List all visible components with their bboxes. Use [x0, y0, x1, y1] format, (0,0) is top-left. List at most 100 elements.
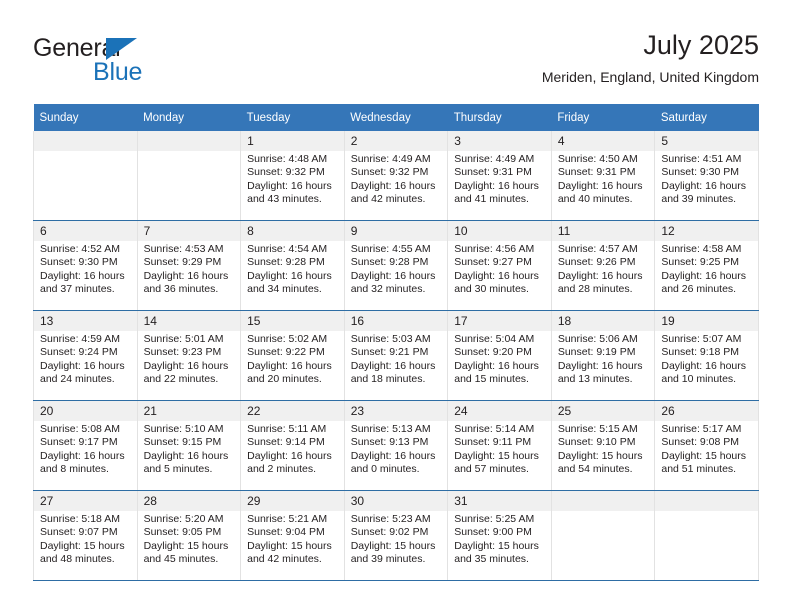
sunrise-text: Sunrise: 4:55 AM — [350, 243, 431, 255]
daylight-text-line1: Daylight: 16 hours — [143, 449, 229, 462]
calendar-day-cell[interactable]: 20 Sunrise: 5:08 AM Sunset: 9:17 PM Dayligh… — [33, 400, 138, 491]
calendar-page: General Blue July 2025 Meriden, England,… — [0, 0, 792, 612]
day-details: Sunrise: 4:50 AM Sunset: 9:31 PM Daylight:… — [552, 151, 655, 207]
calendar-day-cell[interactable]: 11 Sunrise: 4:57 AM Sunset: 9:26 PM Dayligh… — [550, 220, 656, 311]
daylight-text-line2: and 15 minutes. — [454, 373, 529, 386]
calendar-day-cell[interactable]: 9 Sunrise: 4:55 AM Sunset: 9:28 PM Daylight… — [343, 220, 449, 311]
daylight-text-line2: and 34 minutes. — [247, 283, 322, 296]
title-block: July 2025 Meriden, England, United Kingd… — [542, 28, 759, 88]
sunset-text: Sunset: 9:25 PM — [661, 256, 740, 269]
calendar-day-cell[interactable]: 24 Sunrise: 5:14 AM Sunset: 9:11 PM Dayligh… — [447, 400, 552, 491]
sunset-text: Sunset: 9:28 PM — [350, 256, 429, 269]
sunset-text: Sunset: 9:30 PM — [40, 256, 118, 269]
calendar-day-cell[interactable]: 2 Sunrise: 4:49 AM Sunset: 9:32 PM Daylight… — [343, 131, 449, 221]
page-title: July 2025 — [643, 30, 759, 60]
calendar-day-cell[interactable]: 25 Sunrise: 5:15 AM Sunset: 9:10 PM Dayligh… — [550, 400, 656, 491]
sunset-text: Sunset: 9:13 PM — [350, 436, 429, 449]
calendar-day-cell[interactable]: 21 Sunrise: 5:10 AM Sunset: 9:15 PM Dayligh… — [136, 400, 242, 491]
daylight-text-line1: Daylight: 16 hours — [350, 449, 436, 462]
calendar-day-cell[interactable]: 3 Sunrise: 4:49 AM Sunset: 9:31 PM Daylight… — [447, 131, 552, 221]
sunset-text: Sunset: 9:15 PM — [143, 436, 222, 449]
calendar-day-cell[interactable]: 23 Sunrise: 5:13 AM Sunset: 9:13 PM Dayligh… — [343, 400, 449, 491]
sunset-text: Sunset: 9:08 PM — [661, 436, 740, 449]
sunset-text: Sunset: 9:32 PM — [350, 166, 429, 179]
daylight-text-line2: and 18 minutes. — [350, 373, 426, 386]
daylight-text-line2: and 10 minutes. — [661, 373, 737, 386]
daylight-text-line1: Daylight: 16 hours — [454, 179, 539, 192]
calendar-day-cell[interactable]: 4 Sunrise: 4:50 AM Sunset: 9:31 PM Daylight… — [550, 131, 656, 221]
day-number: 14 — [137, 311, 241, 331]
day-details: Sunrise: 5:03 AM Sunset: 9:21 PM Daylight:… — [345, 331, 448, 387]
calendar-day-cell[interactable]: 26 Sunrise: 5:17 AM Sunset: 9:08 PM Dayligh… — [654, 400, 759, 491]
calendar-day-cell[interactable]: 27 Sunrise: 5:18 AM Sunset: 9:07 PM Dayligh… — [33, 490, 138, 581]
day-number — [137, 131, 241, 151]
day-details: Sunrise: 4:55 AM Sunset: 9:28 PM Daylight:… — [345, 241, 448, 297]
daylight-text-line1: Daylight: 16 hours — [350, 359, 436, 372]
calendar-day-cell[interactable]: 17 Sunrise: 5:04 AM Sunset: 9:20 PM Dayligh… — [447, 310, 552, 401]
sunset-text: Sunset: 9:21 PM — [350, 346, 429, 359]
calendar-day-cell[interactable]: 31 Sunrise: 5:25 AM Sunset: 9:00 PM Dayligh… — [447, 490, 552, 581]
day-number: 24 — [448, 401, 551, 421]
daylight-text-line1: Daylight: 16 hours — [454, 269, 539, 282]
calendar-day-cell[interactable]: 30 Sunrise: 5:23 AM Sunset: 9:02 PM Dayligh… — [343, 490, 449, 581]
daylight-text-line2: and 48 minutes. — [40, 553, 115, 566]
day-details: Sunrise: 4:57 AM Sunset: 9:26 PM Daylight:… — [552, 241, 655, 297]
day-details: Sunrise: 5:06 AM Sunset: 9:19 PM Daylight:… — [552, 331, 655, 387]
calendar-day-cell[interactable]: 7 Sunrise: 4:53 AM Sunset: 9:29 PM Daylight… — [136, 220, 242, 311]
daylight-text-line1: Daylight: 16 hours — [661, 179, 747, 192]
calendar-day-cell[interactable]: 10 Sunrise: 4:56 AM Sunset: 9:27 PM Dayligh… — [447, 220, 552, 311]
calendar-day-cell[interactable]: 16 Sunrise: 5:03 AM Sunset: 9:21 PM Dayligh… — [343, 310, 449, 401]
daylight-text-line2: and 28 minutes. — [557, 283, 633, 296]
daylight-text-line1: Daylight: 15 hours — [454, 449, 539, 462]
calendar-day-cell[interactable]: 6 Sunrise: 4:52 AM Sunset: 9:30 PM Daylight… — [33, 220, 138, 311]
calendar-day-cell[interactable]: 14 Sunrise: 5:01 AM Sunset: 9:23 PM Dayligh… — [136, 310, 242, 401]
day-number: 27 — [34, 491, 137, 511]
calendar-day-cell[interactable]: 28 Sunrise: 5:20 AM Sunset: 9:05 PM Dayligh… — [136, 490, 242, 581]
daylight-text-line1: Daylight: 16 hours — [350, 179, 436, 192]
weekday-header-monday: Monday — [137, 104, 241, 131]
day-details: Sunrise: 4:53 AM Sunset: 9:29 PM Daylight:… — [138, 241, 241, 297]
sunset-text: Sunset: 9:02 PM — [350, 526, 429, 539]
day-details: Sunrise: 4:51 AM Sunset: 9:30 PM Daylight:… — [655, 151, 758, 207]
sunrise-text: Sunrise: 4:49 AM — [350, 153, 431, 165]
sunset-text: Sunset: 9:11 PM — [454, 436, 532, 449]
daylight-text-line1: Daylight: 16 hours — [143, 359, 229, 372]
calendar-day-cell[interactable]: 12 Sunrise: 4:58 AM Sunset: 9:25 PM Dayligh… — [654, 220, 759, 311]
daylight-text-line1: Daylight: 16 hours — [557, 359, 643, 372]
daylight-text-line2: and 39 minutes. — [661, 193, 737, 206]
calendar-day-cell[interactable]: 22 Sunrise: 5:11 AM Sunset: 9:14 PM Dayligh… — [240, 400, 345, 491]
daylight-text-line2: and 42 minutes. — [247, 553, 322, 566]
day-number: 4 — [551, 131, 655, 151]
daylight-text-line1: Daylight: 16 hours — [661, 359, 747, 372]
day-details: Sunrise: 5:20 AM Sunset: 9:05 PM Daylight:… — [138, 511, 241, 567]
calendar-day-cell[interactable]: 13 Sunrise: 4:59 AM Sunset: 9:24 PM Dayligh… — [33, 310, 138, 401]
sunrise-text: Sunrise: 5:02 AM — [247, 333, 328, 345]
day-number: 26 — [655, 401, 758, 421]
sunset-text: Sunset: 9:28 PM — [247, 256, 325, 269]
sunrise-text: Sunrise: 5:18 AM — [40, 513, 120, 525]
daylight-text-line2: and 24 minutes. — [40, 373, 115, 386]
sunrise-text: Sunrise: 5:10 AM — [143, 423, 224, 435]
daylight-text-line1: Daylight: 15 hours — [40, 539, 125, 552]
calendar-day-cell[interactable]: 18 Sunrise: 5:06 AM Sunset: 9:19 PM Dayligh… — [550, 310, 656, 401]
calendar-day-cell[interactable]: 15 Sunrise: 5:02 AM Sunset: 9:22 PM Dayligh… — [240, 310, 345, 401]
daylight-text-line2: and 39 minutes. — [350, 553, 426, 566]
daylight-text-line1: Daylight: 16 hours — [40, 449, 125, 462]
sunrise-text: Sunrise: 5:04 AM — [454, 333, 535, 345]
sunset-text: Sunset: 9:23 PM — [143, 346, 222, 359]
sunrise-text: Sunrise: 4:54 AM — [247, 243, 328, 255]
calendar-day-cell[interactable]: 8 Sunrise: 4:54 AM Sunset: 9:28 PM Daylight… — [240, 220, 345, 311]
sunset-text: Sunset: 9:20 PM — [454, 346, 532, 359]
daylight-text-line2: and 51 minutes. — [661, 463, 737, 476]
calendar-day-cell[interactable]: 19 Sunrise: 5:07 AM Sunset: 9:18 PM Dayligh… — [654, 310, 759, 401]
day-details: Sunrise: 5:04 AM Sunset: 9:20 PM Daylight:… — [448, 331, 551, 387]
calendar-day-cell[interactable]: 5 Sunrise: 4:51 AM Sunset: 9:30 PM Daylight… — [654, 131, 759, 221]
weekday-header-thursday: Thursday — [447, 104, 552, 131]
day-number: 9 — [344, 221, 448, 241]
calendar-day-cell[interactable]: 1 Sunrise: 4:48 AM Sunset: 9:32 PM Daylight… — [240, 131, 345, 221]
daylight-text-line1: Daylight: 16 hours — [247, 359, 332, 372]
sunset-text: Sunset: 9:18 PM — [661, 346, 740, 359]
daylight-text-line1: Daylight: 15 hours — [143, 539, 229, 552]
calendar-day-cell[interactable]: 29 Sunrise: 5:21 AM Sunset: 9:04 PM Dayligh… — [240, 490, 345, 581]
day-number — [655, 491, 758, 511]
